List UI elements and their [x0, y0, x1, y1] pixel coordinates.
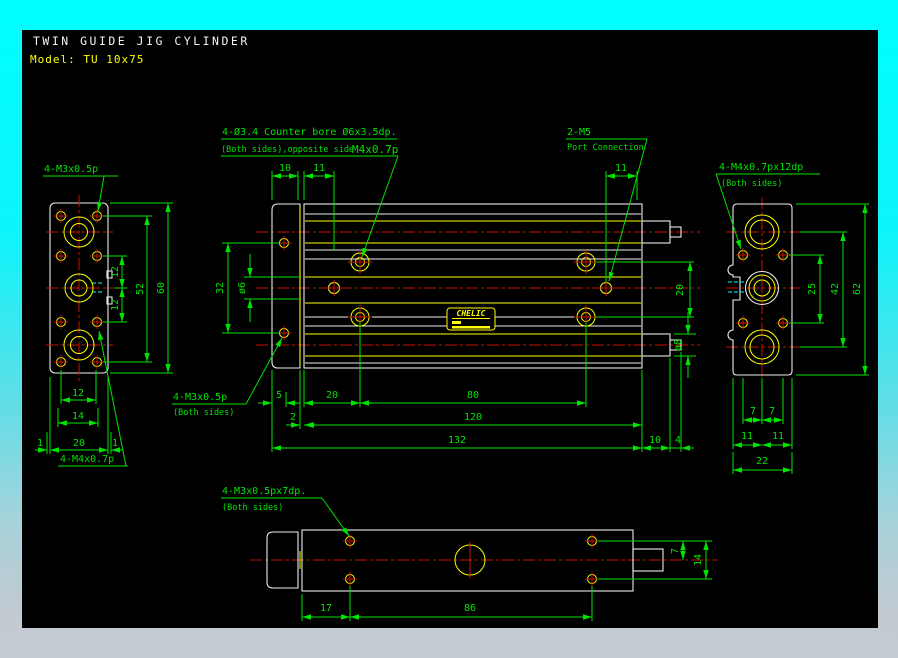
dim-17: 17	[320, 603, 332, 614]
brand-logo-text: CHELIC	[457, 309, 486, 318]
dim-42: 42	[830, 283, 841, 295]
dim-dia6: ø6	[237, 282, 248, 294]
dim-11-left: 11	[741, 431, 753, 442]
dim-12-width: 12	[72, 388, 84, 399]
dim-20-width: 20	[73, 438, 85, 449]
label-m4x12dp-2: (Both sides)	[721, 179, 782, 189]
dim-10-cap: 10	[279, 163, 291, 174]
dim-25: 25	[807, 283, 818, 295]
label-m3-both-2: (Both sides)	[173, 408, 234, 418]
dim-5: 5	[276, 390, 282, 401]
label-m4-thread: 4-M4x0.7p	[60, 454, 114, 465]
dim-11-port-left: 11	[313, 163, 325, 174]
dim-32-bore: 32	[215, 282, 226, 294]
dim-14-width: 14	[72, 411, 84, 422]
drawing-viewport[interactable]: TWIN GUIDE JIG CYLINDER Model: TU 10x75	[0, 0, 898, 658]
model-label: Model: TU 10x75	[30, 53, 144, 66]
dim-1-right: 1	[112, 438, 118, 449]
label-m3x7dp-2: (Both sides)	[222, 503, 283, 513]
dim-7-right: 7	[769, 406, 775, 417]
dim-120-body: 120	[464, 412, 482, 423]
dim-7: 7	[670, 548, 681, 554]
dim-62: 62	[852, 283, 863, 295]
dim-1-left: 1	[37, 438, 43, 449]
label-m3-both-1: 4-M3x0.5p	[173, 392, 227, 403]
dim-12-gap1: 12	[110, 266, 121, 278]
brand-plate: CHELIC	[447, 308, 495, 330]
dim-20-ports: 20	[675, 284, 686, 296]
label-counterbore-2a: (Both sides),opposite side	[221, 145, 354, 155]
label-m3-thread: 4-M3x0.5p	[44, 164, 98, 175]
dim-60-height: 60	[156, 282, 167, 294]
label-m3x7dp-1: 4-M3x0.5px7dp.	[222, 486, 306, 497]
dim-10-rod: 10	[649, 435, 661, 446]
dim-11-port-right: 11	[615, 163, 627, 174]
label-port-1: 2-M5	[567, 127, 591, 138]
dim-80-hole: 80	[467, 390, 479, 401]
label-counterbore-1: 4-Ø3.4 Counter bore Ø6x3.5dp.	[222, 126, 397, 138]
dim-12-gap2: 12	[110, 299, 121, 311]
dim-14: 14	[693, 554, 704, 566]
dim-86: 86	[464, 603, 476, 614]
dim-4-rod: 4	[675, 435, 681, 446]
dim-dia8: ø8	[673, 339, 684, 351]
dim-11-right: 11	[772, 431, 784, 442]
dim-132-total: 132	[448, 435, 466, 446]
dim-52-height: 52	[135, 283, 146, 295]
dim-20-hole: 20	[326, 390, 338, 401]
dim-22: 22	[756, 456, 768, 467]
dim-2-gap: 2	[290, 412, 296, 423]
label-m4x12dp-1: 4-M4x0.7px12dp	[719, 162, 803, 173]
drawing-title: TWIN GUIDE JIG CYLINDER	[33, 34, 250, 48]
label-counterbore-2b: M4x0.7p	[352, 143, 398, 156]
dim-7-left: 7	[750, 406, 756, 417]
label-port-2: Port Connection	[567, 143, 644, 153]
cad-application-window: TWIN GUIDE JIG CYLINDER Model: TU 10x75	[0, 0, 898, 658]
